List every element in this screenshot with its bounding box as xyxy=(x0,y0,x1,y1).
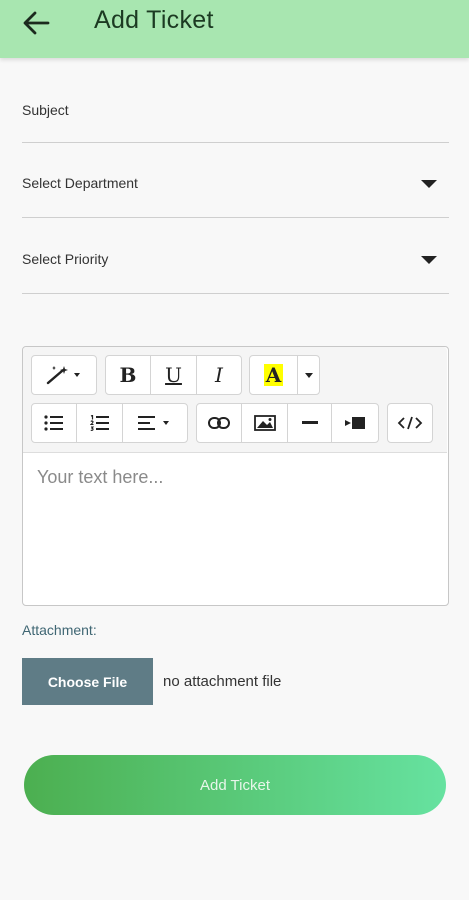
rich-text-editor: B U I A Your text here... xyxy=(22,346,449,606)
ordered-list-button[interactable] xyxy=(77,404,123,442)
align-button[interactable] xyxy=(123,404,187,442)
add-ticket-button[interactable]: Add Ticket xyxy=(24,755,446,815)
attachment-label: Attachment: xyxy=(22,622,97,638)
chevron-down-icon xyxy=(421,180,437,188)
department-label: Select Department xyxy=(22,175,138,191)
priority-select[interactable]: Select Priority xyxy=(22,236,449,294)
horizontal-rule-button[interactable] xyxy=(288,404,332,442)
image-icon xyxy=(253,415,276,431)
code-view-button[interactable] xyxy=(388,404,432,442)
editor-toolbar: B U I A xyxy=(23,347,447,453)
font-color-dropdown[interactable] xyxy=(298,356,319,394)
link-icon xyxy=(208,417,230,429)
format-group: B U I xyxy=(105,355,242,395)
chevron-down-icon xyxy=(304,372,313,378)
subject-label: Subject xyxy=(22,102,69,118)
align-icon xyxy=(138,416,169,430)
chevron-down-icon xyxy=(421,256,437,264)
magic-wand-icon xyxy=(46,366,80,385)
horizontal-rule-icon xyxy=(301,421,318,424)
style-group xyxy=(31,355,97,395)
ordered-list-icon xyxy=(89,415,109,431)
priority-label: Select Priority xyxy=(22,251,109,267)
bold-button[interactable]: B xyxy=(106,356,151,394)
magic-wand-button[interactable] xyxy=(32,356,96,394)
font-color-icon: A xyxy=(263,363,284,387)
page-title: Add Ticket xyxy=(94,6,214,34)
italic-button[interactable]: I xyxy=(197,356,241,394)
insert-group xyxy=(196,403,379,443)
back-button[interactable] xyxy=(22,10,52,36)
subject-field[interactable]: Subject xyxy=(22,90,449,143)
unordered-list-button[interactable] xyxy=(32,404,77,442)
video-icon xyxy=(345,417,365,429)
unordered-list-icon xyxy=(44,415,63,431)
code-view-icon xyxy=(397,416,423,430)
file-status: no attachment file xyxy=(163,673,282,690)
arrow-left-icon xyxy=(23,11,50,35)
choose-file-button[interactable]: Choose File xyxy=(22,658,153,705)
font-color-button[interactable]: A xyxy=(250,356,298,394)
editor-content[interactable]: Your text here... xyxy=(37,467,163,488)
video-button[interactable] xyxy=(332,404,378,442)
code-group xyxy=(387,403,433,443)
app-bar: Add Ticket xyxy=(0,0,469,58)
image-button[interactable] xyxy=(242,404,288,442)
underline-button[interactable]: U xyxy=(151,356,197,394)
link-button[interactable] xyxy=(197,404,242,442)
department-select[interactable]: Select Department xyxy=(22,160,449,218)
color-group: A xyxy=(249,355,320,395)
paragraph-group xyxy=(31,403,188,443)
